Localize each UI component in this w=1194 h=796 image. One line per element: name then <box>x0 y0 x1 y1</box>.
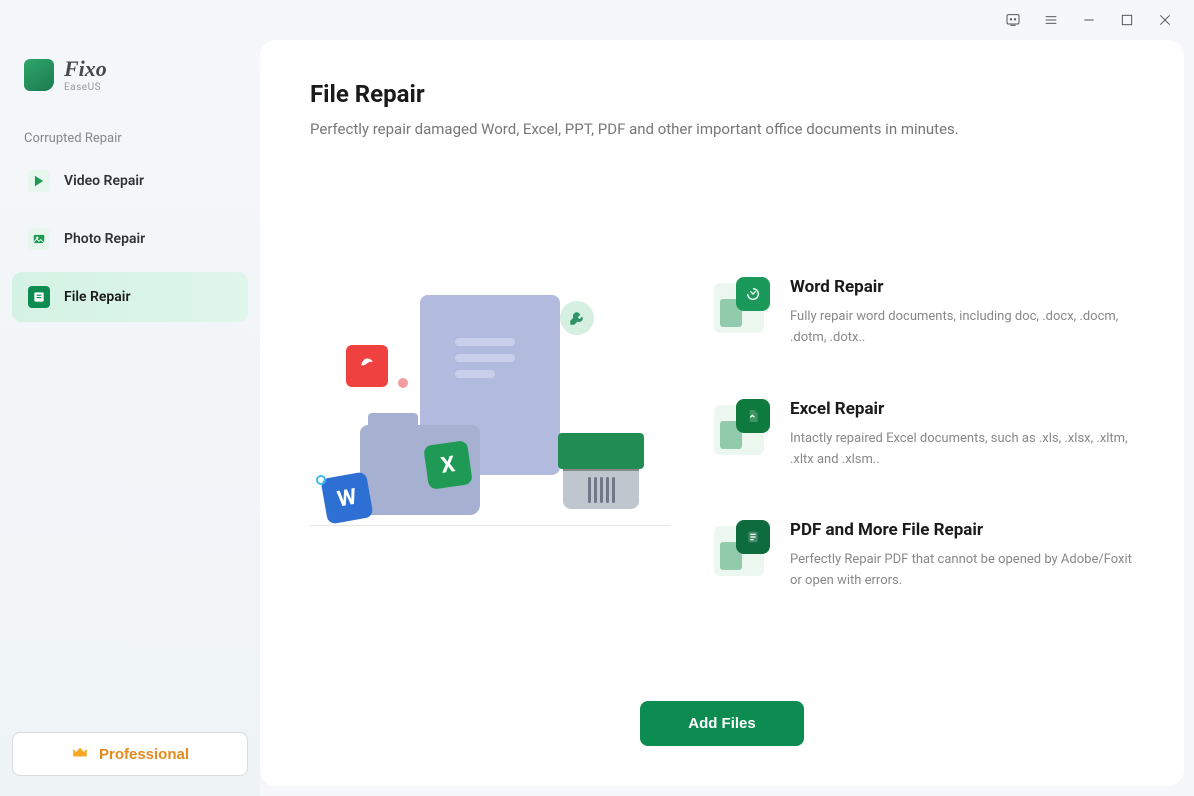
feature-title: Excel Repair <box>790 399 1134 419</box>
feedback-icon[interactable] <box>1004 11 1022 29</box>
professional-label: Professional <box>99 746 189 763</box>
add-files-label: Add Files <box>688 715 756 732</box>
main-panel: File Repair Perfectly repair damaged Wor… <box>260 40 1184 786</box>
pdf-tile-icon <box>346 345 388 387</box>
feature-list: Word Repair Fully repair word documents,… <box>720 257 1134 592</box>
feature-desc: Intactly repaired Excel documents, such … <box>790 429 1134 471</box>
close-button[interactable] <box>1156 11 1174 29</box>
app-name: Fixo <box>64 56 107 82</box>
wrench-icon <box>560 301 594 335</box>
feature-excel-repair: Excel Repair Intactly repaired Excel doc… <box>720 399 1134 471</box>
excel-feature-icon <box>736 399 770 433</box>
feature-desc: Fully repair word documents, including d… <box>790 307 1134 349</box>
word-tile-icon: W <box>320 471 373 524</box>
crown-icon <box>71 743 89 765</box>
file-repair-illustration: X W <box>310 275 690 575</box>
sidebar-section-label: Corrupted Repair <box>12 113 248 156</box>
sidebar-item-photo-repair[interactable]: Photo Repair <box>12 214 248 264</box>
app-vendor: EaseUS <box>64 82 107 93</box>
photo-icon <box>28 228 50 250</box>
feature-title: Word Repair <box>790 277 1134 297</box>
add-files-button[interactable]: Add Files <box>640 701 804 746</box>
word-feature-icon <box>736 277 770 311</box>
app-logo: Fixo EaseUS <box>12 50 248 113</box>
logo-mark-icon <box>24 59 54 91</box>
sidebar-item-label: Photo Repair <box>64 231 145 247</box>
sidebar-item-video-repair[interactable]: Video Repair <box>12 156 248 206</box>
menu-icon[interactable] <box>1042 11 1060 29</box>
minimize-button[interactable] <box>1080 11 1098 29</box>
toolbox-icon <box>558 433 644 513</box>
feature-title: PDF and More File Repair <box>790 520 1134 540</box>
professional-button[interactable]: Professional <box>12 732 248 776</box>
feature-pdf-repair: PDF and More File Repair Perfectly Repai… <box>720 520 1134 592</box>
titlebar <box>0 0 1194 40</box>
sidebar-item-label: Video Repair <box>64 173 144 189</box>
sidebar: Fixo EaseUS Corrupted Repair Video Repai… <box>0 40 260 796</box>
sidebar-item-file-repair[interactable]: File Repair <box>12 272 248 322</box>
feature-desc: Perfectly Repair PDF that cannot be open… <box>790 550 1134 592</box>
page-subtitle: Perfectly repair damaged Word, Excel, PP… <box>310 120 1134 138</box>
maximize-button[interactable] <box>1118 11 1136 29</box>
feature-word-repair: Word Repair Fully repair word documents,… <box>720 277 1134 349</box>
file-icon <box>28 286 50 308</box>
sidebar-item-label: File Repair <box>64 289 130 305</box>
page-title: File Repair <box>310 80 1134 108</box>
pdf-feature-icon <box>736 520 770 554</box>
excel-tile-icon: X <box>423 440 473 490</box>
video-icon <box>28 170 50 192</box>
